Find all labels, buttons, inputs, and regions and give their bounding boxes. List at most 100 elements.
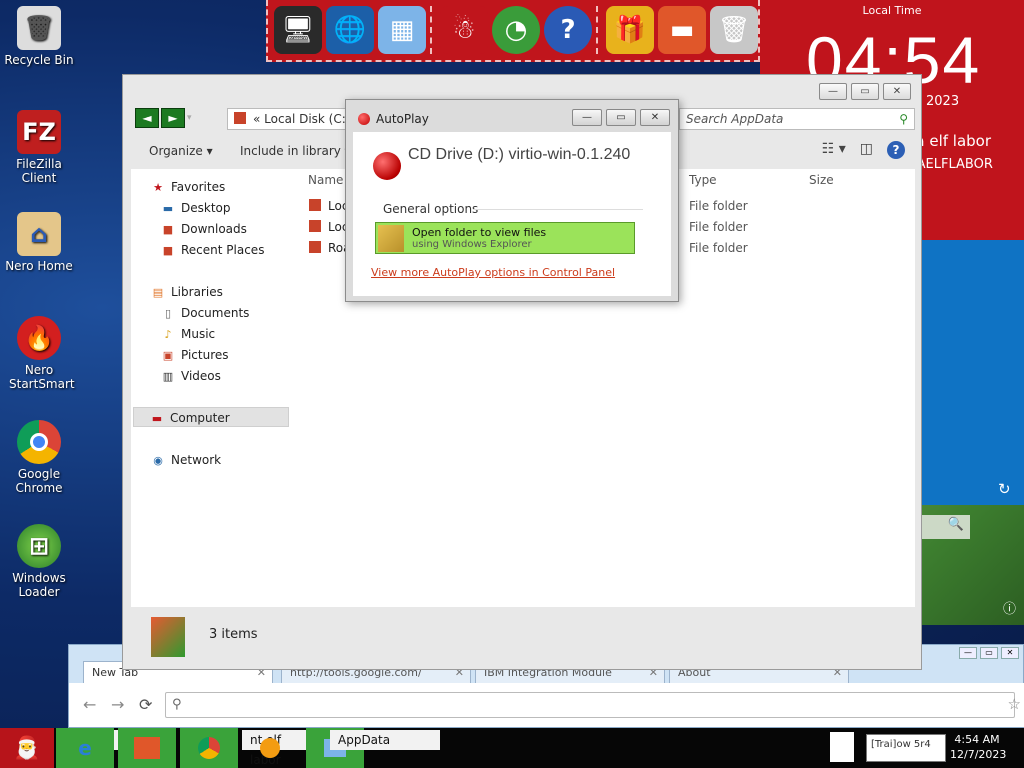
snowman-icon[interactable]: ☃ <box>440 6 488 54</box>
recycle-bin-icon[interactable]: 🗑 <box>710 6 758 54</box>
filezilla-icon: FZ <box>17 110 61 154</box>
system-clock[interactable]: 4:54 AM 12/7/2023 <box>950 732 1006 762</box>
nav-label: Network <box>171 453 222 467</box>
nav-favorites[interactable]: ★ Favorites <box>151 177 225 197</box>
open-folder-option[interactable]: Open folder to view files using Windows … <box>375 222 635 254</box>
maximize-button[interactable]: ▭ <box>980 647 998 659</box>
nav-recent-places[interactable]: ■ Recent Places <box>161 240 265 260</box>
organize-button[interactable]: Organize ▾ <box>149 144 213 158</box>
bookmark-star-icon[interactable]: ☆ <box>1008 695 1021 713</box>
taskbar-ie-icon[interactable]: e <box>56 728 114 768</box>
cd-drive-icon <box>358 113 370 125</box>
minimize-button[interactable]: — <box>572 109 602 126</box>
desktop-icon-label: Google Chrome <box>15 467 63 495</box>
forward-button[interactable]: ► <box>161 108 185 128</box>
desktop-icon-label: Recycle Bin <box>4 53 74 67</box>
taskbar-folder-icon[interactable] <box>118 728 176 768</box>
folder-icon[interactable]: ▬ <box>658 6 706 54</box>
taskbar: 🎅 oca e nt elf labor AppData [Trai]ow 5r… <box>0 728 1024 768</box>
autoplay-dialog: AutoPlay — ▭ ✕ CD Drive (D:) virtio-win-… <box>345 99 679 302</box>
documents-icon: ▯ <box>164 307 172 320</box>
nav-libraries[interactable]: ▤ Libraries <box>151 282 223 302</box>
close-button[interactable]: ✕ <box>1001 647 1019 659</box>
back-button[interactable]: ◄ <box>135 108 159 128</box>
desktop-icon-nero-startsmart[interactable]: 🔥 Nero StartSmart <box>0 316 78 391</box>
folder-icon <box>234 112 246 124</box>
search-icon[interactable]: ⚲ <box>899 109 908 129</box>
network-icon: ◉ <box>153 454 163 467</box>
minimize-button[interactable]: — <box>819 83 847 100</box>
nav-pictures[interactable]: ▣ Pictures <box>161 345 229 365</box>
forward-arrow-icon[interactable]: → <box>111 695 124 714</box>
column-header-type[interactable]: Type <box>689 173 717 187</box>
reload-icon[interactable]: ⟳ <box>139 695 152 714</box>
desktop-icon-chrome[interactable]: Google Chrome <box>0 420 78 495</box>
desktop-icon-recycle-bin[interactable]: 🗑 Recycle Bin <box>0 6 78 67</box>
nav-computer[interactable]: ▬ Computer <box>133 407 289 427</box>
star-icon: ★ <box>153 181 163 194</box>
control-panel-icon[interactable]: ▦ <box>378 6 426 54</box>
maximize-button[interactable]: ▭ <box>851 83 879 100</box>
nav-music[interactable]: ♪ Music <box>161 324 215 344</box>
file-type: File folder <box>689 241 748 255</box>
music-icon: ♪ <box>164 328 172 341</box>
minimize-button[interactable]: — <box>959 647 977 659</box>
taskbar-chrome-icon[interactable] <box>180 728 238 768</box>
folder-icon <box>378 225 404 252</box>
start-button[interactable]: 🎅 <box>0 728 54 768</box>
back-arrow-icon[interactable]: ← <box>83 695 96 714</box>
help-icon[interactable]: ? <box>544 6 592 54</box>
refresh-icon[interactable]: ↻ <box>998 480 1011 498</box>
include-in-library-button[interactable]: Include in library ▾ <box>240 144 351 158</box>
nav-label: Documents <box>181 306 250 320</box>
desktop-icon-windows-loader[interactable]: ⊞ Windows Loader <box>0 524 78 599</box>
desktop-icon-filezilla[interactable]: FZ FileZilla Client <box>0 110 78 185</box>
view-options-icon[interactable]: ☷ ▾ <box>822 141 846 159</box>
help-icon[interactable]: ? <box>887 141 905 159</box>
preview-pane-icon[interactable]: ◫ <box>860 141 873 159</box>
chrome-icon <box>17 420 61 464</box>
column-header-size[interactable]: Size <box>809 173 834 187</box>
dialog-body: CD Drive (D:) virtio-win-0.1.240 General… <box>353 132 671 296</box>
taskbar-item-appdata[interactable]: AppData <box>330 730 440 750</box>
desktop-icon: ▬ <box>162 202 174 215</box>
library-icon: ▤ <box>152 286 164 299</box>
control-panel-link[interactable]: View more AutoPlay options in Control Pa… <box>371 266 615 279</box>
nero-home-icon: ⌂ <box>17 212 61 256</box>
clock-time: 4:54 AM <box>954 733 1000 746</box>
nav-downloads[interactable]: ■ Downloads <box>161 219 247 239</box>
computer-santa-icon[interactable]: 🖥 <box>274 6 322 54</box>
network-globe-icon[interactable]: 🌐 <box>326 6 374 54</box>
breadcrumb-local-disk[interactable]: Local Disk (C:) <box>264 112 346 126</box>
nav-label: Favorites <box>171 180 226 194</box>
file-row[interactable]: Loc <box>309 220 348 234</box>
recent-places-icon: ■ <box>162 244 174 257</box>
nav-network[interactable]: ◉ Network <box>151 450 221 470</box>
omnibox[interactable]: ⚲ <box>165 692 1015 718</box>
address-bar[interactable]: « Local Disk (C:) <box>227 108 347 130</box>
recent-pages-dropdown[interactable]: ▾ <box>187 108 199 128</box>
file-row[interactable]: Loc <box>309 199 348 213</box>
clock-label: Local Time <box>862 4 922 17</box>
column-header-name[interactable]: Name <box>308 173 343 187</box>
close-button[interactable]: ✕ <box>640 109 670 126</box>
nav-videos[interactable]: ▥ Videos <box>161 366 221 386</box>
close-button[interactable]: ✕ <box>883 83 911 100</box>
desktop-icon-nero-home[interactable]: ⌂ Nero Home <box>0 212 78 273</box>
address-chevron: « <box>253 112 261 126</box>
nav-documents[interactable]: ▯ Documents <box>161 303 249 323</box>
option-title: Open folder to view files <box>412 226 547 239</box>
taskbar-thumbnail[interactable]: [Trai]ow 5r4 <box>866 734 946 762</box>
windows-update-icon[interactable]: ◔ <box>492 6 540 54</box>
computer-icon: ▬ <box>151 412 163 425</box>
gift-icon[interactable]: 🎁 <box>606 6 654 54</box>
info-icon[interactable]: ⓘ <box>1003 598 1016 617</box>
taskbar-media-icon[interactable] <box>242 728 298 768</box>
view-controls: ☷ ▾ ◫ ? <box>822 141 905 159</box>
nav-label: Libraries <box>171 285 223 299</box>
nav-desktop[interactable]: ▬ Desktop <box>161 198 231 218</box>
tray-area[interactable] <box>830 732 854 762</box>
search-input[interactable]: Search AppData ⚲ <box>679 108 915 130</box>
maximize-button[interactable]: ▭ <box>606 109 636 126</box>
santa-icon: 🎅 <box>13 735 41 761</box>
